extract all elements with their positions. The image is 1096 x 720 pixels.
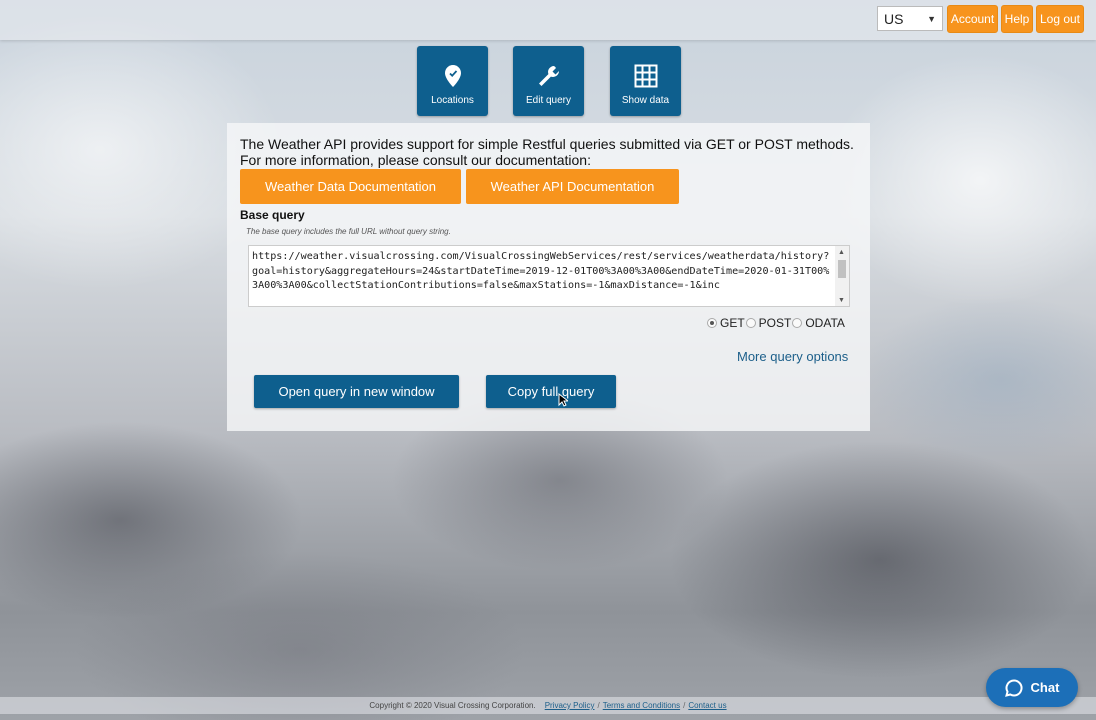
footer-separator: / — [683, 701, 686, 710]
copy-full-query-button[interactable]: Copy full query — [486, 375, 616, 408]
radio-post-label: POST — [758, 316, 792, 330]
chat-button[interactable]: Chat — [986, 668, 1078, 707]
nav-tile-locations[interactable]: Locations — [417, 46, 488, 116]
region-select[interactable]: US ▼ — [877, 6, 943, 31]
method-radio-group: GET POST ODATA — [707, 315, 846, 331]
grid-icon — [634, 64, 657, 88]
scroll-up-icon[interactable]: ▲ — [838, 249, 845, 256]
region-select-value: US — [884, 10, 904, 27]
scroll-down-icon[interactable]: ▼ — [838, 297, 845, 304]
nav-tile-label: Locations — [431, 95, 474, 106]
footer: Copyright © 2020 Visual Crossing Corpora… — [0, 697, 1096, 714]
query-scrollbar[interactable]: ▲ ▼ — [835, 246, 849, 306]
weather-data-documentation-button[interactable]: Weather Data Documentation — [240, 169, 461, 204]
chevron-down-icon: ▼ — [927, 13, 936, 24]
base-query-textarea[interactable]: https://weather.visualcrossing.com/Visua… — [248, 245, 850, 307]
help-button[interactable]: Help — [1001, 5, 1033, 33]
radio-get[interactable] — [707, 318, 717, 328]
chat-bubble-icon — [1004, 678, 1023, 697]
nav-tile-show-data[interactable]: Show data — [610, 46, 681, 116]
wrench-icon — [538, 66, 559, 86]
radio-odata-label: ODATA — [805, 316, 845, 330]
intro-line-2: For more information, please consult our… — [240, 152, 591, 168]
footer-separator: / — [597, 701, 600, 710]
footer-copyright: Copyright © 2020 Visual Crossing Corpora… — [369, 701, 536, 710]
terms-link[interactable]: Terms and Conditions — [603, 701, 680, 710]
intro-line-1: The Weather API provides support for sim… — [240, 136, 854, 152]
radio-get-label: GET — [720, 316, 745, 330]
logout-button[interactable]: Log out — [1036, 5, 1084, 33]
map-pin-icon — [444, 65, 461, 87]
more-query-options-link[interactable]: More query options — [737, 349, 848, 364]
open-query-new-window-button[interactable]: Open query in new window — [254, 375, 459, 408]
intro-text: The Weather API provides support for sim… — [240, 136, 870, 168]
scroll-thumb[interactable] — [838, 260, 846, 278]
chat-label: Chat — [1030, 680, 1060, 695]
base-query-value: https://weather.visualcrossing.com/Visua… — [252, 251, 830, 291]
mouse-cursor-icon — [558, 393, 568, 407]
base-query-label: Base query — [240, 208, 305, 222]
nav-tile-label: Edit query — [525, 95, 572, 106]
nav-tile-edit-query[interactable]: Edit query — [513, 46, 584, 116]
radio-post[interactable] — [745, 318, 756, 328]
privacy-policy-link[interactable]: Privacy Policy — [545, 701, 595, 710]
radio-odata[interactable] — [792, 318, 803, 328]
weather-api-documentation-button[interactable]: Weather API Documentation — [466, 169, 679, 204]
base-query-help: The base query includes the full URL wit… — [246, 227, 451, 236]
contact-link[interactable]: Contact us — [688, 701, 726, 710]
account-button[interactable]: Account — [947, 5, 998, 33]
nav-tile-label: Show data — [621, 95, 670, 106]
